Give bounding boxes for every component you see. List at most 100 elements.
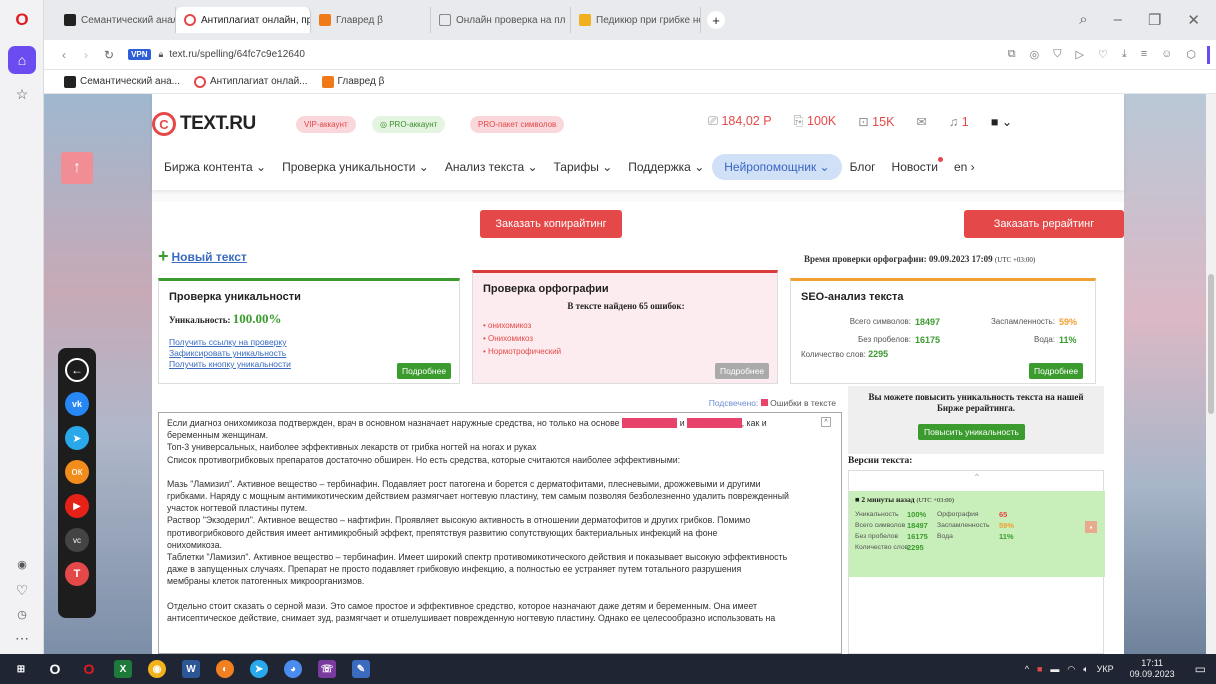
tab[interactable]: Онлайн проверка на пл [431, 7, 571, 33]
bookmark[interactable]: Главред β [321, 75, 384, 88]
opera-logo-icon[interactable]: O [8, 6, 36, 34]
boost-uniqueness-button[interactable]: Повысить уникальность [918, 424, 1025, 440]
heart-icon[interactable]: ♡ [1098, 48, 1108, 61]
nav-uniqueness[interactable]: Проверка уникальности ⌄ [274, 154, 437, 180]
network-icon[interactable]: ▬ [1050, 664, 1059, 674]
vc-icon[interactable]: vc [65, 528, 89, 552]
forward-icon[interactable]: › [84, 48, 88, 62]
uniqueness-more-button[interactable]: Подробнее [397, 363, 452, 379]
tray-arrow-icon[interactable]: ^ [1025, 664, 1029, 674]
tab-active[interactable]: Антиплагиат онлайн, пр [176, 7, 311, 33]
firefox-icon[interactable]: ◐ [216, 660, 234, 678]
list-icon[interactable]: ≡ [1141, 48, 1147, 61]
user-avatar[interactable]: ■ ⌄ [991, 114, 1013, 129]
texts-counter[interactable]: ⊡ 15K [858, 114, 894, 129]
snapshot-icon[interactable]: ⧉ [1008, 48, 1016, 61]
reload-icon[interactable]: ↻ [104, 48, 114, 62]
chars-counter[interactable]: ⎘ 100K [794, 114, 837, 129]
versions-up-icon[interactable]: ⌃ [849, 473, 1105, 484]
opera-gx-icon[interactable]: O [80, 660, 98, 678]
extension-icon[interactable]: ⬡ [1186, 48, 1196, 61]
camera-icon[interactable]: ◎ [1030, 48, 1040, 61]
nav-neuro[interactable]: Нейропомощник ⌄ [712, 154, 842, 180]
mail-icon[interactable]: ✉ [916, 114, 926, 129]
chrome-icon[interactable]: ◉ [148, 660, 166, 678]
collapse-icon[interactable]: ← [65, 358, 89, 382]
page-scrollbar[interactable] [1206, 94, 1216, 654]
get-button-link[interactable]: Получить кнопку уникальности [169, 359, 291, 370]
more-icon[interactable]: ⋯ [8, 624, 36, 652]
notification-center-icon[interactable]: ▭ [1195, 662, 1206, 676]
back-icon[interactable]: ‹ [62, 48, 66, 62]
home-icon[interactable]: ⌂ [8, 46, 36, 74]
nav-support[interactable]: Поддержка ⌄ [620, 154, 712, 180]
shield-icon[interactable]: ⛉ [1053, 48, 1061, 61]
nav-news[interactable]: Новости [884, 154, 946, 180]
bookmark[interactable]: Антиплагиат онлай... [194, 75, 308, 88]
textru-social-icon[interactable]: T [65, 562, 89, 586]
player-icon[interactable]: ◉ [8, 550, 36, 578]
version-item[interactable]: ■ 2 минуты назад (UTC +03:00) Уникальнос… [849, 491, 1105, 577]
nav-lang[interactable]: en › [946, 154, 983, 180]
search-icon[interactable]: ⌕ [1079, 11, 1087, 29]
tab[interactable]: Семантический анализ [56, 7, 176, 33]
telegram-taskbar-icon[interactable]: ➤ [250, 660, 268, 678]
excel-icon[interactable]: X [114, 660, 132, 678]
wifi-icon[interactable]: ◠ [1067, 664, 1075, 675]
vpn-badge[interactable]: VPN [128, 49, 151, 60]
star-icon[interactable]: ☆ [8, 80, 36, 108]
tray-app-icon[interactable]: ■ [1037, 664, 1042, 674]
pro-badge[interactable]: ◎ PRO-аккаунт [372, 116, 446, 133]
get-check-link[interactable]: Получить ссылку на проверку [169, 337, 291, 348]
word-icon[interactable]: W [182, 660, 200, 678]
nav-tariffs[interactable]: Тарифы ⌄ [546, 154, 621, 180]
nav-analysis[interactable]: Анализ текста ⌄ [437, 154, 546, 180]
new-tab-button[interactable]: + [707, 11, 725, 29]
download-icon[interactable]: ⤓ [1122, 48, 1127, 61]
lock-icon[interactable]: 🔒︎ [159, 49, 164, 60]
minimize-icon[interactable]: – [1114, 11, 1122, 29]
opera-icon[interactable]: O [46, 660, 64, 678]
order-copywriting-button[interactable]: Заказать копирайтинг [480, 210, 622, 238]
notifications[interactable]: ♫ 1 [949, 115, 969, 129]
new-text-link[interactable]: + Новый текст [158, 246, 247, 267]
spelling-error-item[interactable]: • Онихомикоз [483, 334, 561, 343]
nav-exchange[interactable]: Биржа контента ⌄ [156, 154, 274, 180]
telegram-icon[interactable]: ➤ [65, 426, 89, 450]
fix-uniqueness-link[interactable]: Зафиксировать уникальность [169, 348, 291, 359]
scroll-top-button[interactable]: ↑ [61, 152, 93, 184]
youtube-icon[interactable]: ▶ [65, 494, 89, 518]
site-logo[interactable]: C TEXT.RU [152, 112, 256, 136]
viber-icon[interactable]: ☏ [318, 660, 336, 678]
pro-pack-badge[interactable]: PRO-пакет символов [470, 116, 565, 133]
vip-badge[interactable]: VIP-аккаунт [296, 116, 356, 133]
app-icon[interactable]: ◕ [284, 660, 302, 678]
pen-app-icon[interactable]: ✎ [352, 660, 370, 678]
tab[interactable]: Главред β [311, 7, 431, 33]
spelling-error-item[interactable]: • Нормотрофический [483, 347, 561, 356]
url-field[interactable]: text.ru/spelling/64fc7c9e12640 [169, 49, 305, 60]
spelling-error-item[interactable]: • онихомикоз [483, 321, 561, 330]
vk-icon[interactable]: vk [65, 392, 89, 416]
error-highlight[interactable]: кетоконазола [687, 418, 742, 428]
seo-more-button[interactable]: Подробнее [1029, 363, 1084, 379]
scrollbar-thumb[interactable] [1208, 274, 1214, 414]
balance[interactable]: ⎚ 184,02 Р [708, 114, 772, 129]
volume-icon[interactable]: 🔈︎ [1083, 664, 1088, 675]
windows-start-icon[interactable]: ⊞ [12, 660, 30, 678]
error-highlight[interactable]: бифонаозола [622, 418, 678, 428]
send-icon[interactable]: ▷ [1076, 48, 1084, 61]
version-restore-icon[interactable]: ▪ [1085, 521, 1097, 533]
order-rewriting-button[interactable]: Заказать рерайтинг [964, 210, 1124, 238]
nav-blog[interactable]: Блог [842, 154, 884, 180]
profile-icon[interactable]: ☺ [1161, 48, 1172, 61]
spelling-more-button[interactable]: Подробнее [715, 363, 770, 379]
text-editor[interactable]: ^ Если диагноз онихомикоза подтвержден, … [158, 412, 842, 654]
clock[interactable]: 17:11 09.09.2023 [1130, 658, 1175, 680]
tab[interactable]: Педикюр при грибке но [571, 7, 701, 33]
close-icon[interactable]: ✕ [1187, 11, 1200, 29]
bookmark[interactable]: Семантический ана... [64, 75, 180, 88]
language-indicator[interactable]: УКР [1097, 664, 1114, 674]
editor-scroll-up-icon[interactable]: ^ [821, 417, 831, 427]
odnoklassniki-icon[interactable]: ок [65, 460, 89, 484]
